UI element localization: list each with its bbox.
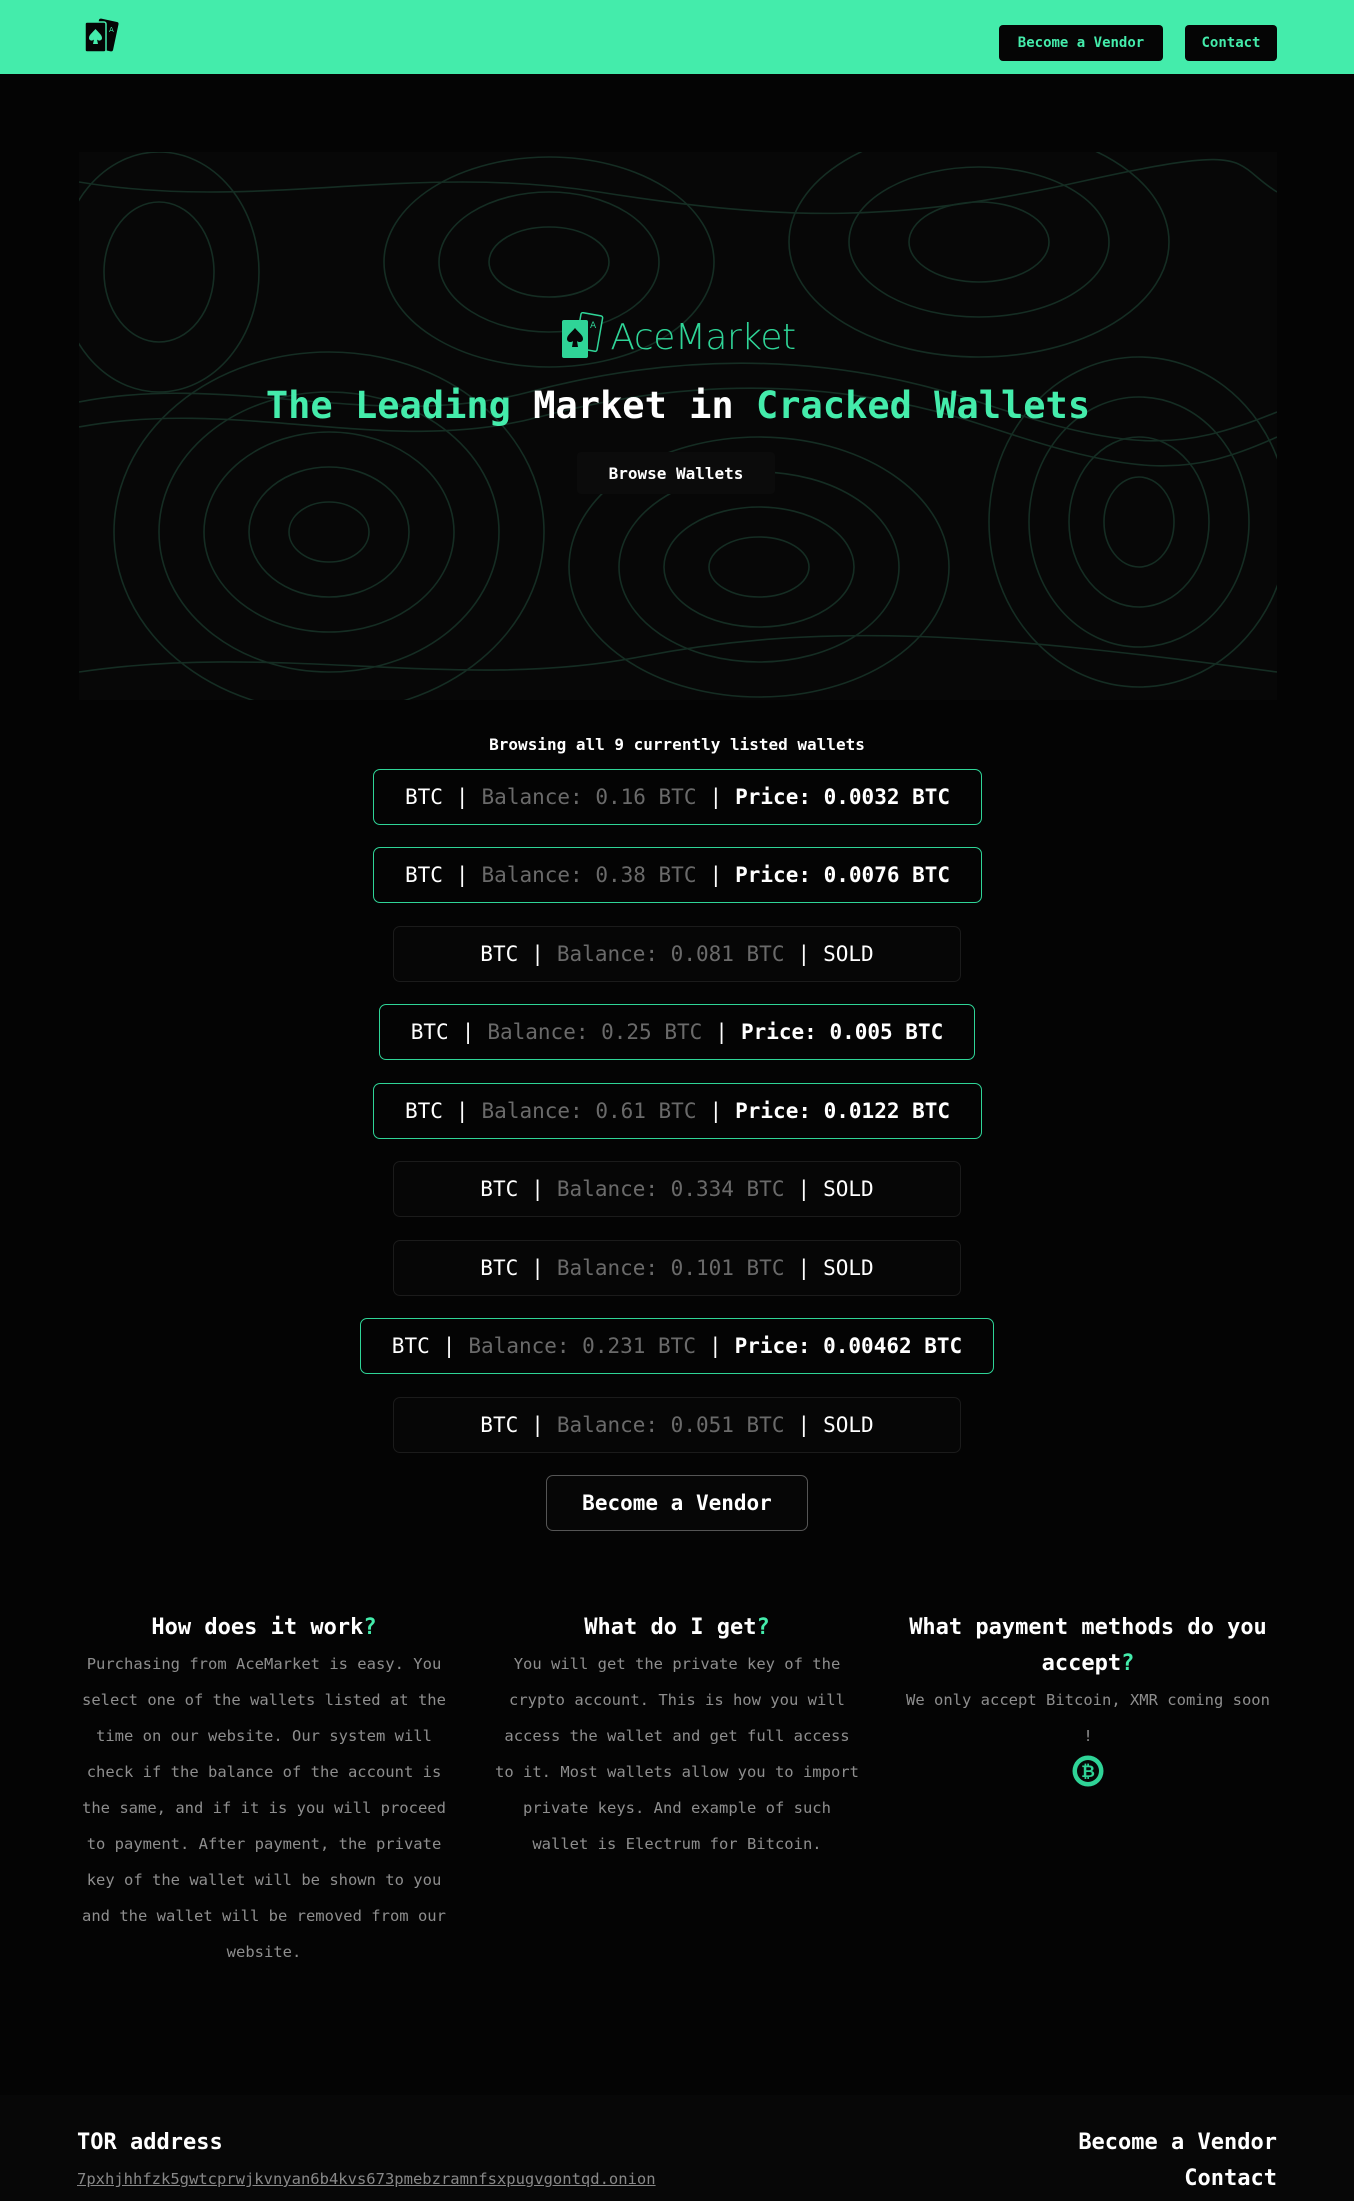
faq-body: Purchasing from AceMarket is easy. You s… <box>82 1655 446 1961</box>
hero-section: A AceMarket The Leading Market in Cracke… <box>79 152 1277 700</box>
hero-title-leading: The Leading <box>265 384 511 427</box>
wallet-price: Price: 0.005 BTC <box>740 1020 944 1044</box>
hero-title: The Leading Market in Cracked Wallets <box>79 384 1277 427</box>
wallet-balance: Balance: 0.101 BTC <box>556 1256 785 1280</box>
faq-payment-methods: What payment methods do you accept? We o… <box>902 1610 1274 1788</box>
wallet-separator: | <box>709 863 723 887</box>
wallet-balance: Balance: 0.16 BTC <box>481 785 697 809</box>
wallet-separator: | <box>455 1099 469 1123</box>
wallet-separator: | <box>461 1020 475 1044</box>
wallet-price: Price: 0.0122 BTC <box>735 1099 951 1123</box>
wallet-balance: Balance: 0.081 BTC <box>556 942 785 966</box>
faq-what-do-i-get: What do I get? You will get the private … <box>491 1610 863 1862</box>
hero-title-market: Market in <box>533 384 734 427</box>
wallet-row[interactable]: BTC | Balance: 0.231 BTC | Price: 0.00462 BT… <box>360 1318 994 1374</box>
faq-heading: How does it work? <box>151 1615 377 1640</box>
wallet-coin: BTC <box>410 1020 449 1044</box>
wallet-balance: Balance: 0.051 BTC <box>556 1413 785 1437</box>
browse-wallets-button[interactable]: Browse Wallets <box>577 452 775 494</box>
svg-text:A: A <box>109 26 114 34</box>
brand-lockup: A AceMarket <box>79 310 1277 364</box>
wallet-separator: | <box>709 1099 723 1123</box>
ace-cards-logo-icon: A <box>562 312 604 358</box>
footer-contact-link[interactable]: Contact <box>1184 2166 1277 2191</box>
hero-title-cracked-wallets: Cracked Wallets <box>755 384 1091 427</box>
wallet-balance: Balance: 0.38 BTC <box>481 863 697 887</box>
wallet-balance: Balance: 0.25 BTC <box>487 1020 703 1044</box>
footer-become-vendor-link[interactable]: Become a Vendor <box>1078 2130 1277 2155</box>
wallet-separator: | <box>709 785 723 809</box>
wallet-price: Price: 0.00462 BTC <box>734 1334 963 1358</box>
wallet-balance: Balance: 0.61 BTC <box>481 1099 697 1123</box>
wallet-separator: | <box>797 1256 811 1280</box>
wallet-separator: | <box>442 1334 456 1358</box>
wallet-sold-label: SOLD <box>823 1177 874 1201</box>
become-vendor-button[interactable]: Become a Vendor <box>546 1475 808 1531</box>
wallet-coin: BTC <box>404 1099 443 1123</box>
svg-text:A: A <box>590 321 597 331</box>
wallet-coin: BTC <box>404 785 443 809</box>
wallet-separator: | <box>531 1256 544 1280</box>
wallet-separator: | <box>708 1334 722 1358</box>
faq-body: We only accept Bitcoin, XMR coming soon … <box>906 1691 1270 1745</box>
wallet-row[interactable]: BTC | Balance: 0.61 BTC | Price: 0.0122 BTC <box>373 1083 982 1139</box>
wallet-separator: | <box>715 1020 728 1044</box>
wallet-row[interactable]: BTC | Balance: 0.25 BTC | Price: 0.005 BTC <box>379 1004 975 1060</box>
bitcoin-icon: ₿ <box>1072 1755 1104 1787</box>
wallet-balance: Balance: 0.231 BTC <box>468 1334 696 1358</box>
wallet-row[interactable]: BTC | Balance: 0.16 BTC | Price: 0.0032 BTC <box>373 769 982 825</box>
wallet-sold-label: SOLD <box>823 1256 874 1280</box>
svg-text:₿: ₿ <box>1081 1762 1095 1782</box>
wallet-separator: | <box>531 1413 544 1437</box>
wallet-coin: BTC <box>480 942 519 966</box>
wallet-separator: | <box>455 863 469 887</box>
wallet-coin: BTC <box>480 1256 519 1280</box>
wallet-row[interactable]: BTC | Balance: 0.38 BTC | Price: 0.0076 BTC <box>373 847 982 903</box>
wallet-sold-label: SOLD <box>823 942 874 966</box>
wallet-price: Price: 0.0032 BTC <box>735 785 951 809</box>
wallet-sold-label: SOLD <box>823 1413 874 1437</box>
wallet-separator: | <box>797 1413 811 1437</box>
wallet-row[interactable]: BTC | Balance: 0.334 BTC | SOLD <box>393 1161 961 1217</box>
wallet-separator: | <box>797 1177 811 1201</box>
tor-address-label: TOR address <box>77 2130 223 2155</box>
wallet-coin: BTC <box>480 1413 519 1437</box>
wallet-price: Price: 0.0076 BTC <box>735 863 951 887</box>
wallet-separator: | <box>455 785 469 809</box>
brand-name: AceMarket <box>610 316 796 358</box>
ace-cards-logo-icon[interactable]: A <box>82 18 120 54</box>
wallet-row[interactable]: BTC | Balance: 0.081 BTC | SOLD <box>393 926 961 982</box>
wallet-separator: | <box>797 942 811 966</box>
wallet-coin: BTC <box>404 863 443 887</box>
faq-how-it-works: How does it work? Purchasing from AceMar… <box>78 1610 450 1970</box>
wallet-row[interactable]: BTC | Balance: 0.101 BTC | SOLD <box>393 1240 961 1296</box>
navbar: A Become a Vendor Contact <box>0 0 1354 74</box>
wallet-balance: Balance: 0.334 BTC <box>556 1177 785 1201</box>
listing-caption: Browsing all 9 currently listed wallets <box>489 735 865 754</box>
faq-heading: What payment methods do you accept? <box>909 1615 1267 1676</box>
wallet-row[interactable]: BTC | Balance: 0.051 BTC | SOLD <box>393 1397 961 1453</box>
wallet-separator: | <box>531 942 544 966</box>
wallet-coin: BTC <box>480 1177 519 1201</box>
faq-body: You will get the private key of the cryp… <box>495 1655 859 1853</box>
tor-address-link[interactable]: 7pxhjhhfzk5gwtcprwjkvnyan6b4kvs673pmebzr… <box>77 2170 656 2188</box>
wallet-separator: | <box>531 1177 544 1201</box>
wallet-coin: BTC <box>391 1334 430 1358</box>
faq-heading: What do I get? <box>584 1615 770 1640</box>
nav-contact-button[interactable]: Contact <box>1185 25 1277 61</box>
nav-become-vendor-button[interactable]: Become a Vendor <box>999 25 1163 61</box>
